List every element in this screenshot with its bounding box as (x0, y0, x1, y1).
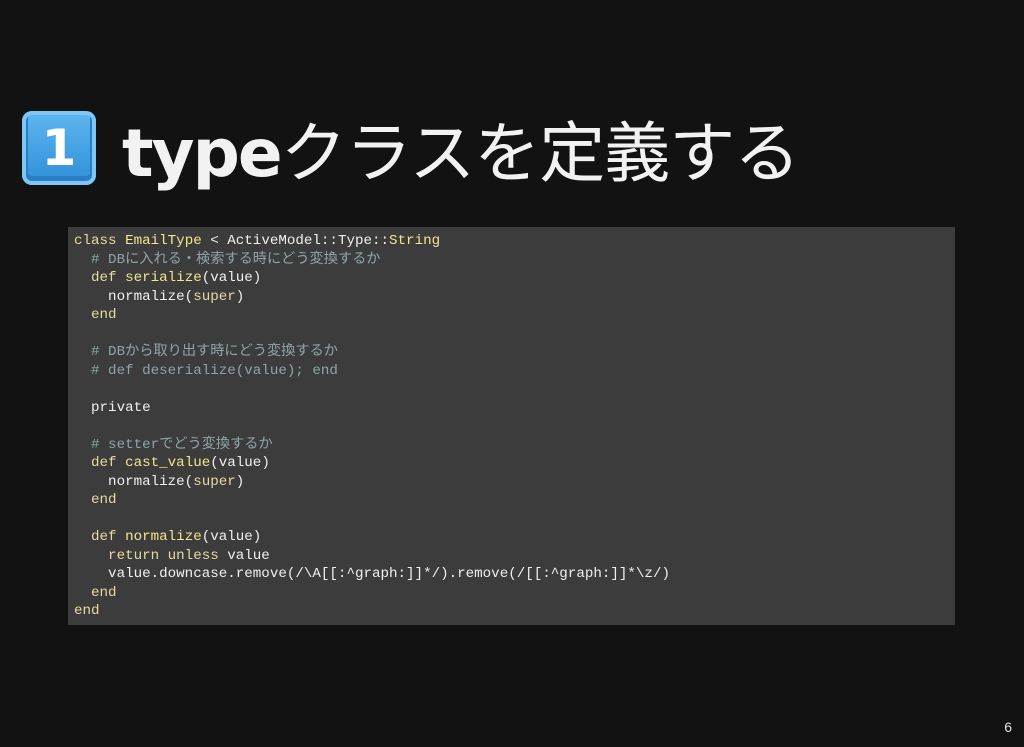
title-latin: type (122, 115, 283, 192)
code-token: def (74, 270, 126, 286)
code-line: normalize(super) (74, 288, 955, 307)
code-line: def cast_value(value) (74, 454, 955, 473)
code-token: def (74, 529, 126, 545)
code-token: super (193, 473, 236, 490)
code-token: EmailType (125, 233, 202, 249)
slide: 1 typeクラスを定義する class EmailType < ActiveM… (0, 0, 1024, 747)
code-line: end (74, 306, 955, 325)
code-token: ) (235, 473, 245, 490)
code-token: normalize( (74, 288, 194, 305)
code-line: # DBから取り出す時にどう変換するか (74, 343, 955, 362)
code-line: normalize(super) (74, 473, 955, 492)
title-text: typeクラスを定義する (122, 100, 801, 196)
slide-title: 1 typeクラスを定義する (22, 108, 800, 192)
code-token: # setterでどう変換するか (74, 436, 273, 453)
code-token: super (193, 288, 236, 305)
code-token: (value) (201, 270, 262, 286)
code-token: return unless (74, 547, 228, 564)
code-token: class (74, 233, 126, 249)
code-line: # def deserialize(value); end (74, 362, 955, 381)
code-block: class EmailType < ActiveModel::Type::Str… (68, 227, 955, 625)
code-token: # DBに入れる・検索する時にどう変換するか (74, 251, 381, 268)
code-token: value (227, 547, 270, 564)
code-line: value.downcase.remove(/\A[[:^graph:]]*/)… (74, 565, 955, 584)
title-japanese: クラスを定義する (280, 115, 801, 192)
code-line: end (74, 584, 955, 603)
code-token: end (74, 307, 117, 323)
code-line: return unless value (74, 547, 955, 566)
code-token: value.downcase.remove(/\A[[:^graph:]]*/)… (74, 566, 670, 582)
code-token: # def deserialize(value); end (74, 362, 338, 379)
code-line: # setterでどう変換するか (74, 436, 955, 455)
code-line: def serialize(value) (74, 269, 955, 288)
code-token: end (74, 492, 117, 508)
code-token: ) (235, 288, 245, 305)
code-token: String (389, 233, 441, 249)
code-token: serialize (125, 270, 202, 286)
code-line: # DBに入れる・検索する時にどう変換するか (74, 251, 955, 270)
code-token: private (74, 399, 151, 416)
code-token: cast_value (125, 455, 211, 471)
code-line: class EmailType < ActiveModel::Type::Str… (74, 232, 955, 251)
page-number: 6 (1004, 719, 1012, 735)
keycap-digit-one-icon: 1 (22, 111, 96, 185)
code-token: < ActiveModel::Type:: (201, 233, 390, 249)
code-token: (value) (210, 455, 270, 471)
code-token: (value) (201, 529, 262, 545)
code-token: def (74, 455, 126, 471)
keycap-number: 1 (41, 119, 77, 177)
code-token: # DBから取り出す時にどう変換するか (74, 344, 338, 360)
code-token: normalize (125, 529, 202, 545)
code-token: normalize( (74, 473, 194, 490)
code-token: end (74, 584, 117, 601)
code-token: end (74, 603, 100, 619)
code-line: private (74, 399, 955, 418)
code-line: end (74, 602, 955, 621)
code-line: end (74, 491, 955, 510)
code-line: def normalize(value) (74, 528, 955, 547)
